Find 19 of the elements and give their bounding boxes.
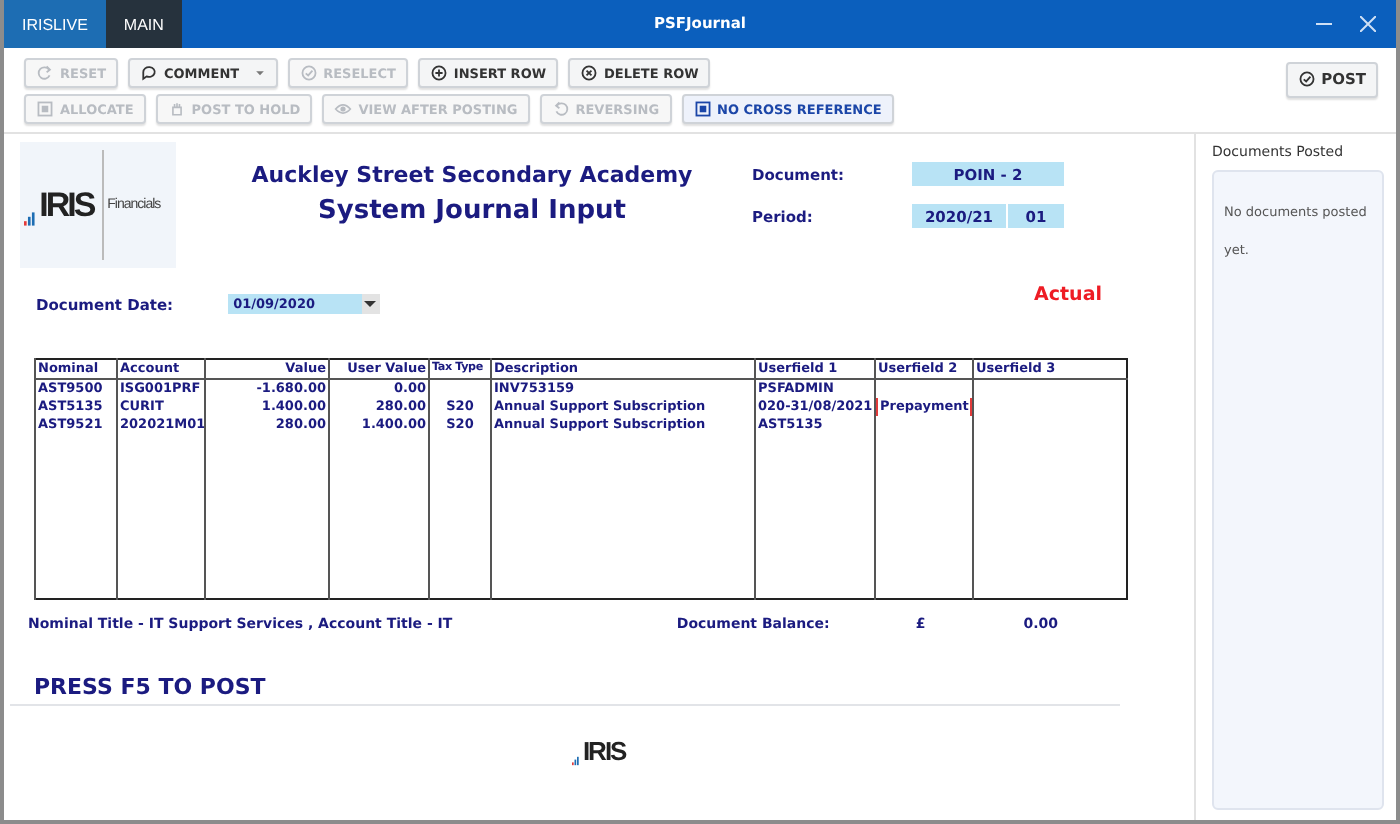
check-circle-icon — [1297, 70, 1316, 88]
iris-logo: IRIS — [572, 738, 626, 766]
square-icon — [36, 100, 54, 118]
plus-circle-icon — [429, 64, 448, 82]
speech-bubble-icon — [140, 64, 159, 82]
eye-icon — [334, 100, 353, 118]
post-hint: PRESS F5 TO POST — [32, 672, 268, 700]
caret-icon — [364, 298, 377, 310]
cross-circle-icon — [580, 64, 599, 82]
undo-icon — [551, 100, 570, 118]
status-label: Actual — [1034, 283, 1102, 305]
check-circle-icon — [299, 64, 318, 82]
window-tab[interactable]: MAIN — [105, 0, 182, 48]
close-icon[interactable] — [1360, 16, 1376, 32]
page-title: System Journal Input — [316, 196, 628, 226]
window-tab[interactable]: IRISLIVE — [4, 0, 106, 48]
refresh-icon — [36, 64, 54, 82]
school-name: Auckley Street Secondary Academy — [249, 162, 695, 188]
square-icon — [693, 100, 712, 118]
